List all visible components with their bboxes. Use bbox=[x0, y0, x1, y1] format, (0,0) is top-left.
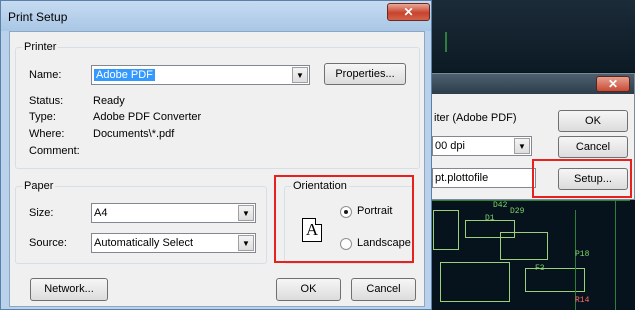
plot-cancel-button[interactable]: Cancel bbox=[558, 136, 628, 158]
chevron-down-icon[interactable]: ▼ bbox=[238, 235, 254, 251]
size-label: Size: bbox=[29, 207, 54, 219]
pcb-component bbox=[433, 210, 459, 250]
cancel-button[interactable]: Cancel bbox=[351, 278, 416, 301]
chevron-down-icon[interactable]: ▼ bbox=[292, 67, 308, 83]
plot-dialog-title-bar: ✕ bbox=[426, 74, 634, 94]
close-icon[interactable]: ✕ bbox=[596, 76, 630, 92]
network-button[interactable]: Network... bbox=[30, 278, 108, 301]
printer-name-select[interactable]: Adobe PDF ▼ bbox=[91, 65, 310, 85]
pcb-label: P18 bbox=[575, 250, 590, 259]
print-setup-dialog: Print Setup ✕ Printer Name: Adobe PDF ▼ … bbox=[0, 0, 432, 310]
pcb-label: R14 bbox=[575, 296, 590, 305]
dpi-select[interactable]: 00 dpi ▼ bbox=[432, 136, 532, 156]
chevron-down-icon[interactable]: ▼ bbox=[514, 138, 530, 154]
dialog-body: Printer Name: Adobe PDF ▼ Properties... … bbox=[9, 31, 425, 307]
pcb-label: D42 bbox=[493, 201, 508, 210]
plotter-name: iter (Adobe PDF) bbox=[434, 112, 517, 124]
comment-label: Comment: bbox=[29, 145, 80, 157]
pcb-trace bbox=[575, 210, 576, 310]
where-value: Documents\*.pdf bbox=[93, 128, 175, 140]
type-value: Adobe PDF Converter bbox=[93, 111, 202, 123]
pcb-trace bbox=[430, 200, 630, 201]
pcb-component bbox=[500, 232, 548, 260]
where-label: Where: bbox=[29, 128, 65, 140]
pcb-component bbox=[525, 268, 585, 292]
pcb-trace bbox=[445, 32, 447, 52]
pcb-toolbar-area bbox=[425, 0, 635, 72]
setup-highlight bbox=[532, 159, 632, 198]
ok-button[interactable]: OK bbox=[276, 278, 341, 301]
plot-ok-button[interactable]: OK bbox=[558, 110, 628, 132]
paper-source-value: Automatically Select bbox=[94, 237, 194, 249]
paper-source-select[interactable]: Automatically Select ▼ bbox=[91, 233, 256, 253]
pcb-component bbox=[440, 262, 510, 302]
pcb-label: D29 bbox=[510, 207, 525, 216]
printer-group-label: Printer bbox=[22, 41, 59, 53]
paper-group-label: Paper bbox=[22, 180, 56, 192]
dialog-title: Print Setup bbox=[8, 10, 68, 24]
dpi-value: 00 dpi bbox=[435, 140, 465, 152]
orientation-highlight bbox=[274, 175, 414, 263]
pcb-trace bbox=[615, 200, 616, 310]
title-bar[interactable]: Print Setup ✕ bbox=[1, 1, 431, 31]
plot-file-field[interactable]: pt.plottofile bbox=[432, 168, 536, 188]
paper-size-select[interactable]: A4 ▼ bbox=[91, 203, 256, 223]
status-label: Status: bbox=[29, 95, 64, 107]
name-label: Name: bbox=[29, 69, 62, 81]
pcb-label: F3 bbox=[535, 264, 545, 273]
type-label: Type: bbox=[29, 111, 56, 123]
properties-button[interactable]: Properties... bbox=[324, 63, 406, 85]
printer-name-value: Adobe PDF bbox=[94, 69, 155, 81]
source-label: Source: bbox=[29, 237, 67, 249]
status-value: Ready bbox=[93, 95, 125, 107]
chevron-down-icon[interactable]: ▼ bbox=[238, 205, 254, 221]
paper-size-value: A4 bbox=[94, 207, 108, 219]
pcb-label: D1 bbox=[485, 214, 495, 223]
close-icon[interactable]: ✕ bbox=[387, 3, 430, 21]
